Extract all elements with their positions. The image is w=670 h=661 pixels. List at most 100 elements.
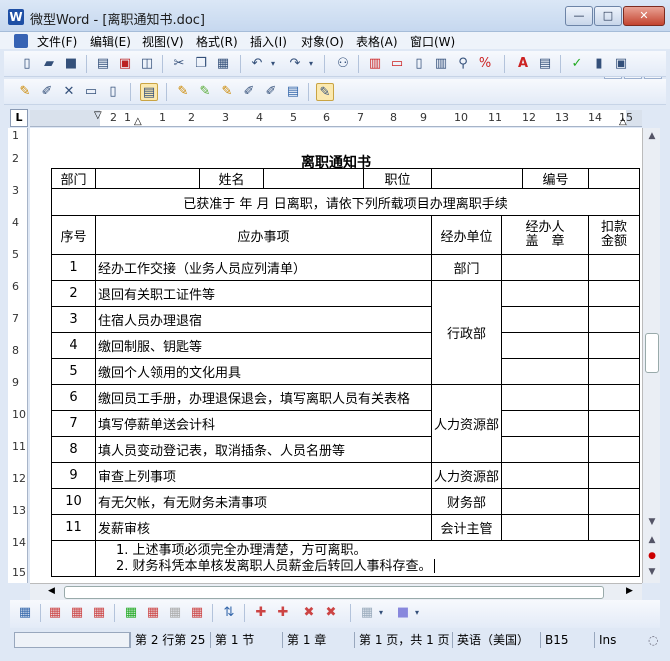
row-item[interactable]: 经办工作交接（业务人员应列清单）: [95, 254, 432, 281]
number-label-cell[interactable]: 编号: [522, 168, 590, 189]
comment-icon[interactable]: ✐: [262, 83, 280, 101]
row-no[interactable]: 8: [51, 436, 96, 463]
paste-icon[interactable]: ▦: [214, 55, 232, 73]
insert-column-icon[interactable]: ▦: [90, 604, 108, 622]
page-number-icon[interactable]: ▥: [366, 55, 384, 73]
row-item[interactable]: 住宿人员办理退宿: [95, 306, 432, 333]
menu-window[interactable]: 窗口(W): [410, 33, 455, 50]
add-column-icon[interactable]: ✚: [274, 604, 292, 622]
accept-change-icon[interactable]: ✎: [218, 83, 236, 101]
chart-icon[interactable]: ▮: [590, 55, 608, 73]
delete-object-icon[interactable]: ✕: [60, 83, 78, 101]
insert-row-above-icon[interactable]: ▦: [46, 604, 64, 622]
row-deduct[interactable]: [588, 488, 641, 515]
delete-column-icon[interactable]: ✖: [322, 604, 340, 622]
row-item[interactable]: 填人员变动登记表，取消插条、人员名册等: [95, 436, 432, 463]
save-icon[interactable]: ■: [62, 55, 80, 73]
browse-object-icon[interactable]: ●: [644, 548, 660, 564]
resize-grip-icon[interactable]: ◌: [648, 633, 658, 647]
tab-stop-selector[interactable]: L: [10, 109, 28, 127]
col-deduct-header[interactable]: 扣款 金额: [588, 215, 641, 255]
horizontal-scroll-thumb[interactable]: [64, 586, 604, 599]
dept-label-cell[interactable]: 部门: [51, 168, 96, 189]
print-preview-icon[interactable]: ◫: [138, 55, 156, 73]
maximize-button[interactable]: □: [594, 6, 622, 26]
delete-cells-icon[interactable]: ▦: [166, 604, 184, 622]
font-color-icon[interactable]: A: [514, 55, 532, 73]
row-deduct[interactable]: [588, 462, 641, 489]
row-no[interactable]: 11: [51, 514, 96, 541]
menu-table[interactable]: 表格(A): [356, 33, 398, 50]
vertical-scroll-thumb[interactable]: [645, 333, 659, 373]
track-change-icon[interactable]: ✎: [196, 83, 214, 101]
merge-cells-icon[interactable]: ▦: [122, 604, 140, 622]
borders-dropdown-icon[interactable]: ▾: [376, 604, 386, 622]
row-unit-admin[interactable]: 行政部: [430, 280, 503, 385]
row-item[interactable]: 有无欠帐，有无财务未清事项: [95, 488, 432, 515]
row-handler[interactable]: [501, 332, 590, 359]
row-no[interactable]: 7: [51, 410, 96, 437]
page-setup-icon[interactable]: ▯: [410, 55, 428, 73]
row-unit-hr[interactable]: 人力资源部: [430, 384, 503, 463]
shading-dropdown-icon[interactable]: ▾: [412, 604, 422, 622]
name-value-cell[interactable]: [263, 168, 364, 189]
row-no[interactable]: 3: [51, 306, 96, 333]
menu-format[interactable]: 格式(R): [196, 33, 238, 50]
status-insert-mode[interactable]: Ins: [594, 632, 620, 648]
delete-row-icon[interactable]: ✖: [300, 604, 318, 622]
columns-icon[interactable]: ▥: [432, 55, 450, 73]
menu-file[interactable]: 文件(F): [37, 33, 77, 50]
object-properties-icon[interactable]: ▭: [82, 83, 100, 101]
row-unit[interactable]: 财务部: [430, 488, 503, 515]
open-folder-icon[interactable]: ▰: [40, 55, 58, 73]
scroll-down-arrow-icon[interactable]: ▼: [644, 514, 660, 530]
menu-object[interactable]: 对象(O): [301, 33, 344, 50]
find-binoculars-icon[interactable]: ⚇: [334, 55, 352, 73]
row-item[interactable]: 审查上列事项: [95, 462, 432, 489]
close-button[interactable]: ✕: [623, 6, 665, 26]
borders-icon[interactable]: ▦: [358, 604, 376, 622]
col-unit-header[interactable]: 经办单位: [430, 215, 503, 255]
cut-icon[interactable]: ✂: [170, 55, 188, 73]
vertical-scrollbar[interactable]: ▲ ▼ ▲ ● ▼: [642, 128, 660, 583]
row-deduct[interactable]: [588, 280, 641, 307]
row-handler[interactable]: [501, 488, 590, 515]
row-deduct[interactable]: [588, 410, 641, 437]
shading-icon[interactable]: ■: [394, 604, 412, 622]
row-no[interactable]: 6: [51, 384, 96, 411]
edit-document-icon[interactable]: ✎: [316, 83, 334, 101]
clipboard-icon[interactable]: ▤: [140, 83, 158, 101]
row-item[interactable]: 缴回员工手册，办理退保退会，填写离职人员有关表格: [95, 384, 432, 411]
row-item[interactable]: 退回有关职工证件等: [95, 280, 432, 307]
scroll-left-arrow-icon[interactable]: ◀: [48, 586, 55, 596]
row-handler[interactable]: [501, 384, 590, 411]
undo-dropdown-icon[interactable]: ▾: [268, 55, 278, 73]
col-no-header[interactable]: 序号: [51, 215, 96, 255]
add-row-icon[interactable]: ✚: [252, 604, 270, 622]
row-handler[interactable]: [501, 514, 590, 541]
row-deduct[interactable]: [588, 514, 641, 541]
notes-blank-cell[interactable]: [51, 540, 96, 577]
position-value-cell[interactable]: [430, 168, 524, 189]
highlight-icon[interactable]: ✎: [174, 83, 192, 101]
row-no[interactable]: 1: [51, 254, 96, 281]
approval-line-cell[interactable]: 已获准于 年 月 日离职，请依下列所载项目办理离职手续: [50, 188, 641, 216]
minimize-button[interactable]: —: [565, 6, 593, 26]
horizontal-scrollbar[interactable]: ◀ ▶: [30, 583, 642, 600]
row-deduct[interactable]: [588, 358, 641, 385]
row-unit[interactable]: 人力资源部: [430, 462, 503, 489]
dept-value-cell[interactable]: [95, 168, 200, 189]
copy-icon[interactable]: ❐: [192, 55, 210, 73]
row-deduct[interactable]: [588, 436, 641, 463]
menu-view[interactable]: 视图(V): [142, 33, 184, 50]
symbol-icon[interactable]: ▤: [536, 55, 554, 73]
split-cells-icon[interactable]: ▦: [144, 604, 162, 622]
row-item[interactable]: 填写停薪单送会计科: [95, 410, 432, 437]
row-handler[interactable]: [501, 280, 590, 307]
redo-dropdown-icon[interactable]: ▾: [306, 55, 316, 73]
menu-edit[interactable]: 编辑(E): [90, 33, 131, 50]
number-value-cell[interactable]: [588, 168, 641, 189]
row-item[interactable]: 缴回个人领用的文化用具: [95, 358, 432, 385]
document-page[interactable]: 离职通知书 部门 姓名 职位 编号 已获准于 年 月 日离职，请依下列所载项目办…: [30, 128, 642, 583]
row-no[interactable]: 9: [51, 462, 96, 489]
